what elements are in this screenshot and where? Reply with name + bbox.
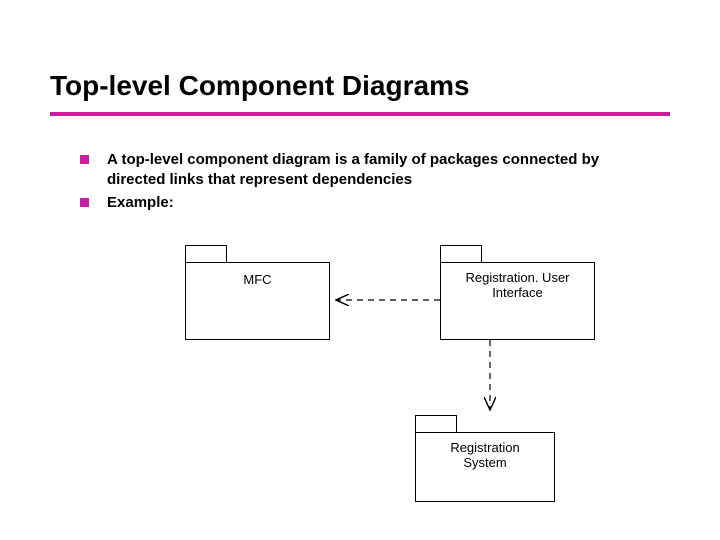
bullet-prefix: A bbox=[107, 151, 121, 168]
slide: Top-level Component Diagrams A top-level… bbox=[0, 0, 720, 540]
package-label: MFC bbox=[243, 273, 271, 288]
package-label: Registration System bbox=[450, 441, 519, 471]
title-underline bbox=[50, 112, 670, 116]
package-tab bbox=[440, 245, 482, 263]
package-label-line1: Registration. User bbox=[465, 270, 569, 285]
page-title: Top-level Component Diagrams bbox=[50, 70, 470, 102]
square-bullet-icon bbox=[80, 198, 89, 207]
bullet-text: Example: bbox=[107, 193, 640, 213]
list-item: Example: bbox=[80, 193, 640, 213]
square-bullet-icon bbox=[80, 155, 89, 164]
bullet-list: A top-level component diagram is a famil… bbox=[80, 150, 640, 217]
bullet-text: A top-level component diagram is a famil… bbox=[107, 150, 640, 189]
package-mfc: MFC bbox=[185, 262, 330, 340]
bullet-bold: top-level component diagram bbox=[121, 151, 330, 168]
package-registration-system: Registration System bbox=[415, 432, 555, 502]
package-tab bbox=[185, 245, 227, 263]
package-label-line1: Registration bbox=[450, 440, 519, 455]
list-item: A top-level component diagram is a famil… bbox=[80, 150, 640, 189]
package-label-line2: Interface bbox=[492, 285, 543, 300]
package-label: Registration. User Interface bbox=[465, 271, 569, 301]
bullet-prefix: Example: bbox=[107, 194, 174, 211]
package-tab bbox=[415, 415, 457, 433]
package-label-line2: System bbox=[463, 455, 506, 470]
package-registration-ui: Registration. User Interface bbox=[440, 262, 595, 340]
